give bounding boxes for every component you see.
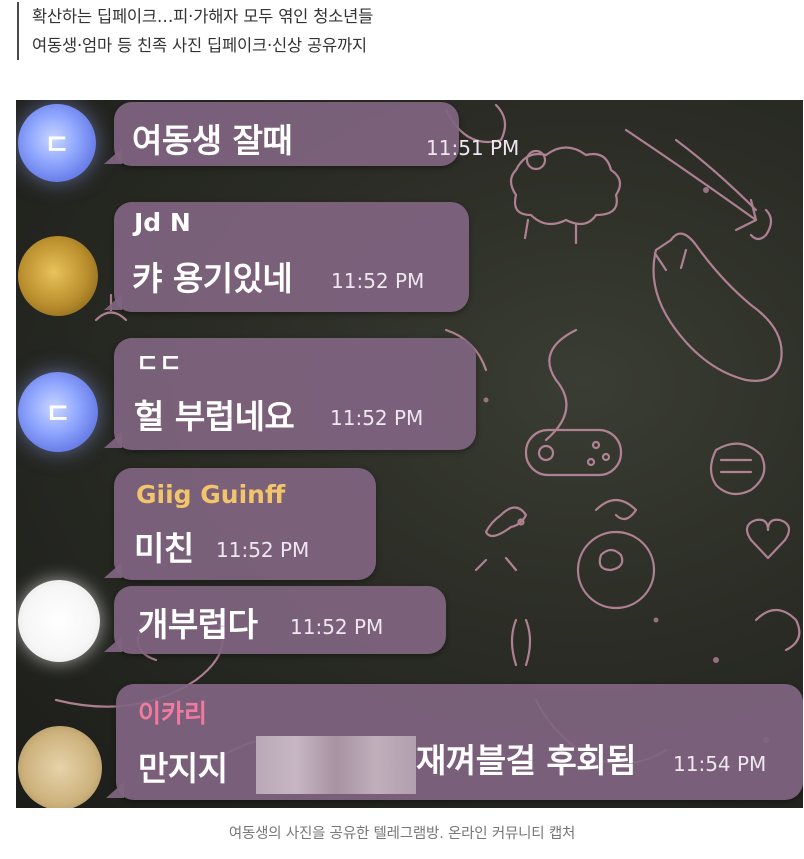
message-text: 만지지	[138, 749, 228, 788]
message-bubble[interactable]: Jd N 캬 용기있네 11:52 PM	[104, 202, 469, 312]
message-text: 개부럽다	[138, 605, 258, 644]
avatar-letter: ㄷ	[45, 397, 71, 430]
message-text: 미친	[134, 529, 194, 568]
bubble-tail	[104, 562, 122, 578]
bubble-tail	[104, 148, 122, 164]
bubble-tail	[104, 636, 122, 652]
message-time: 11:52 PM	[331, 269, 425, 293]
mosaic-censor-block	[256, 736, 416, 794]
message-text: 캬 용기있네	[132, 259, 293, 298]
sender-name[interactable]: ㄷㄷ	[136, 344, 182, 380]
sender-name[interactable]: Jd N	[134, 208, 191, 237]
message-time: 11:52 PM	[216, 538, 310, 562]
message-time: 11:52 PM	[330, 406, 424, 430]
message-text: 헐 부럽네요	[134, 397, 295, 436]
bubble-tail	[104, 294, 122, 310]
subtitle-line: 여동생·엄마 등 친족 사진 딥페이크·신상 공유까지	[32, 36, 367, 55]
avatar[interactable]: ㄷ	[18, 372, 98, 452]
sender-name[interactable]: Giig Guinff	[136, 480, 285, 509]
message-time: 11:51 PM	[426, 136, 520, 160]
chat-screenshot-photo: ㄷ 여동생 잘때 11:51 PM Jd N 캬 용기있네 11:52 PM ㄷ…	[16, 100, 803, 808]
message-bubble[interactable]: Giig Guinff 미친 11:52 PM	[104, 468, 376, 580]
message-bubble[interactable]: 이카리 만지지 재껴블걸 후회됨 11:54 PM	[106, 684, 803, 800]
message-time: 11:52 PM	[290, 615, 384, 639]
avatar[interactable]	[18, 580, 100, 662]
message-time: 11:54 PM	[673, 752, 767, 776]
avatar[interactable]: ㄷ	[18, 104, 96, 182]
image-caption: 여동생의 사진을 공유한 텔레그램방. 온라인 커뮤니티 캡처	[228, 826, 576, 842]
subtitle-line: 확산하는 딥페이크…피·가해자 모두 엮인 청소년들	[32, 7, 374, 26]
article-subtitle: 확산하는 딥페이크…피·가해자 모두 엮인 청소년들 여동생·엄마 등 친족 사…	[17, 2, 792, 60]
message-text: 재껴블걸 후회됨	[416, 741, 637, 780]
bubble-tail	[106, 782, 124, 798]
message-text: 여동생 잘때	[132, 121, 293, 160]
message-bubble[interactable]: ㄷㄷ 헐 부럽네요 11:52 PM	[104, 338, 476, 450]
avatar-letter: ㄷ	[44, 128, 70, 161]
avatar[interactable]	[18, 726, 102, 808]
message-bubble[interactable]: 여동생 잘때 11:51 PM	[104, 102, 519, 166]
avatar[interactable]	[18, 236, 98, 316]
message-bubble[interactable]: 개부럽다 11:52 PM	[104, 586, 446, 654]
sender-name[interactable]: 이카리	[138, 694, 207, 730]
bubble-tail	[104, 432, 122, 448]
